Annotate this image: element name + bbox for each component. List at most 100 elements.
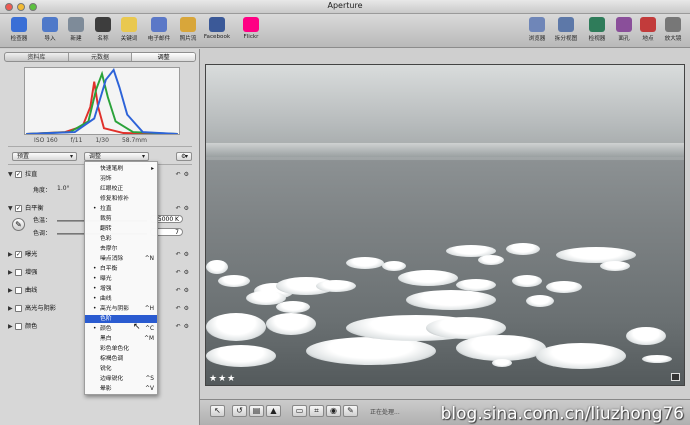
toolbar-button-info[interactable]: 检查器 xyxy=(4,17,34,42)
toolbar-button-split-view[interactable]: 拆分视图 xyxy=(551,17,581,42)
split-view-icon xyxy=(558,17,574,32)
section-actions[interactable]: ↶⚙ xyxy=(176,249,192,260)
menu-item[interactable]: 黑白 ^M xyxy=(85,335,157,343)
toolbar-button-viewer[interactable]: 检视器 xyxy=(582,17,612,42)
mouse-cursor-icon: ↖ xyxy=(133,322,141,332)
rotate-left-icon[interactable]: ↺ xyxy=(232,405,247,417)
eyedropper-icon[interactable]: ✎ xyxy=(12,218,25,231)
toolbar-button-new-folder[interactable]: 新建 xyxy=(61,17,91,42)
crop-tool-icon[interactable]: ⌗ xyxy=(309,405,324,417)
menu-item[interactable]: 棕褐色调 xyxy=(85,355,157,363)
lift-stamp-icon[interactable]: ▲ xyxy=(266,405,281,417)
disclosure-triangle-icon[interactable]: ▶ xyxy=(8,303,13,314)
adjustments-dropdown[interactable]: 调整 xyxy=(84,152,149,161)
menu-item[interactable]: • 增强 xyxy=(85,285,157,293)
toolbar-button-facebook[interactable]: Facebook xyxy=(202,17,232,40)
histogram-green-curve xyxy=(26,70,178,134)
tab-metadata[interactable]: 元数据 xyxy=(69,53,133,61)
section-enable-checkbox[interactable]: ✓ xyxy=(15,205,22,212)
toolbar-button-flickr[interactable]: Flickr xyxy=(236,17,266,40)
tab-library[interactable]: 资料库 xyxy=(5,53,69,61)
disclosure-triangle-icon[interactable]: ▶ xyxy=(8,321,13,332)
straighten-angle-value[interactable]: 1.0° xyxy=(57,185,70,192)
menu-item-shortcut: ^M xyxy=(144,336,154,342)
active-dot-icon: • xyxy=(93,286,97,292)
menu-item[interactable]: 裁剪 xyxy=(85,215,157,223)
menu-item[interactable]: 锐化 xyxy=(85,365,157,373)
section-label: 曲线 xyxy=(25,287,38,294)
viewer-options-icon[interactable] xyxy=(671,373,680,381)
stack-icon[interactable]: ▤ xyxy=(249,405,264,417)
aperture-window: Aperture 检查器 导入 新建 名称 关键词 电子邮件 照片流 Facebook Flic… xyxy=(0,0,690,425)
section-enable-checkbox[interactable]: ✓ xyxy=(15,251,22,258)
menu-item[interactable]: 噪点消除 ^N xyxy=(85,255,157,263)
snow-covered-rock xyxy=(398,270,458,286)
menu-item[interactable]: • 拉直 xyxy=(85,205,157,213)
photo-viewer[interactable]: ★★★ xyxy=(205,64,685,386)
menu-item[interactable]: 晕影 ^V xyxy=(85,385,157,393)
section-enable-checkbox[interactable] xyxy=(15,305,22,312)
straighten-angle-label: 角度： xyxy=(33,187,52,194)
menu-item-label: 去摩尔 xyxy=(100,246,118,252)
section-enable-checkbox[interactable] xyxy=(15,323,22,330)
disclosure-triangle-icon[interactable]: ▼ xyxy=(8,203,13,214)
facebook-icon xyxy=(209,17,225,32)
snow-covered-rock xyxy=(506,243,540,255)
section-actions[interactable]: ↶⚙ xyxy=(176,321,192,332)
menu-item[interactable]: • 高光与阴影 ^H xyxy=(85,305,157,313)
menu-item[interactable]: 翻转 xyxy=(85,225,157,233)
menu-item-label: 色彩 xyxy=(100,236,112,242)
places-icon xyxy=(640,17,656,32)
straighten-tool-icon[interactable]: ▭ xyxy=(292,405,307,417)
section-enable-checkbox[interactable] xyxy=(15,269,22,276)
toolbar-button-browser-grid[interactable]: 浏览器 xyxy=(522,17,552,42)
select-tool-icon[interactable]: ↖ xyxy=(210,405,225,417)
toolbar-button-tag[interactable]: 关键词 xyxy=(114,17,144,42)
menu-item[interactable]: • 曝光 xyxy=(85,275,157,283)
menu-item-label: 棕褐色调 xyxy=(100,356,124,362)
disclosure-triangle-icon[interactable]: ▼ xyxy=(8,169,13,180)
snow-covered-rock xyxy=(526,295,554,307)
menu-item[interactable]: • 曲线 xyxy=(85,295,157,303)
rating-stars[interactable]: ★★★ xyxy=(209,374,236,384)
section-actions[interactable]: ↶⚙ xyxy=(176,203,192,214)
preset-dropdown[interactable]: 预置 xyxy=(12,152,77,161)
disclosure-triangle-icon[interactable]: ▶ xyxy=(8,285,13,296)
snow-covered-rock xyxy=(382,261,406,271)
toolbar-button-email[interactable]: 电子邮件 xyxy=(144,17,174,42)
menu-item[interactable]: 边缘锐化 ^S xyxy=(85,375,157,383)
snow-covered-rock xyxy=(316,280,356,292)
toolbar-button-loupe[interactable]: 放大镜 xyxy=(658,17,688,42)
menu-item[interactable]: 修复和修补 xyxy=(85,195,157,203)
menu-item[interactable]: • 白平衡 xyxy=(85,265,157,273)
section-actions[interactable]: ↶⚙ xyxy=(176,169,192,180)
toolbar-button-label: 照片流 xyxy=(179,36,197,42)
menu-item-shortcut: ^S xyxy=(145,376,154,382)
section-actions[interactable]: ↶⚙ xyxy=(176,303,192,314)
menu-item[interactable]: • 颜色 ^C xyxy=(85,325,157,333)
menu-item[interactable]: 去摩尔 xyxy=(85,245,157,253)
section-actions[interactable]: ↶⚙ xyxy=(176,285,192,296)
menu-item[interactable]: 羽饰 xyxy=(85,175,157,183)
brush-tool-icon[interactable]: ✎ xyxy=(343,405,358,417)
gear-menu-button[interactable]: ⚙ xyxy=(176,152,192,161)
menu-item[interactable]: 色彩 xyxy=(85,235,157,243)
menu-item[interactable]: 快速笔刷 ▸ xyxy=(85,165,157,173)
tab-adjustments[interactable]: 调整 xyxy=(132,53,195,61)
menu-item[interactable]: 色阶 xyxy=(85,315,157,323)
section-enable-checkbox[interactable] xyxy=(15,287,22,294)
redeye-tool-icon[interactable]: ◉ xyxy=(326,405,341,417)
section-enable-checkbox[interactable]: ✓ xyxy=(15,171,22,178)
exif-iso: ISO 160 xyxy=(34,137,58,144)
disclosure-triangle-icon[interactable]: ▶ xyxy=(8,249,13,260)
browser-grid-icon xyxy=(529,17,545,32)
disclosure-triangle-icon[interactable]: ▶ xyxy=(8,267,13,278)
section-actions[interactable]: ↶⚙ xyxy=(176,267,192,278)
menu-item[interactable]: 彩色单色化 xyxy=(85,345,157,353)
active-dot-icon: • xyxy=(93,326,97,332)
import-arrow-icon xyxy=(42,17,58,32)
toolbar-button-photostream[interactable]: 照片流 xyxy=(173,17,203,42)
menu-item-label: 裁剪 xyxy=(100,216,112,222)
snow-covered-rock xyxy=(556,247,636,263)
menu-item[interactable]: 红眼校正 xyxy=(85,185,157,193)
